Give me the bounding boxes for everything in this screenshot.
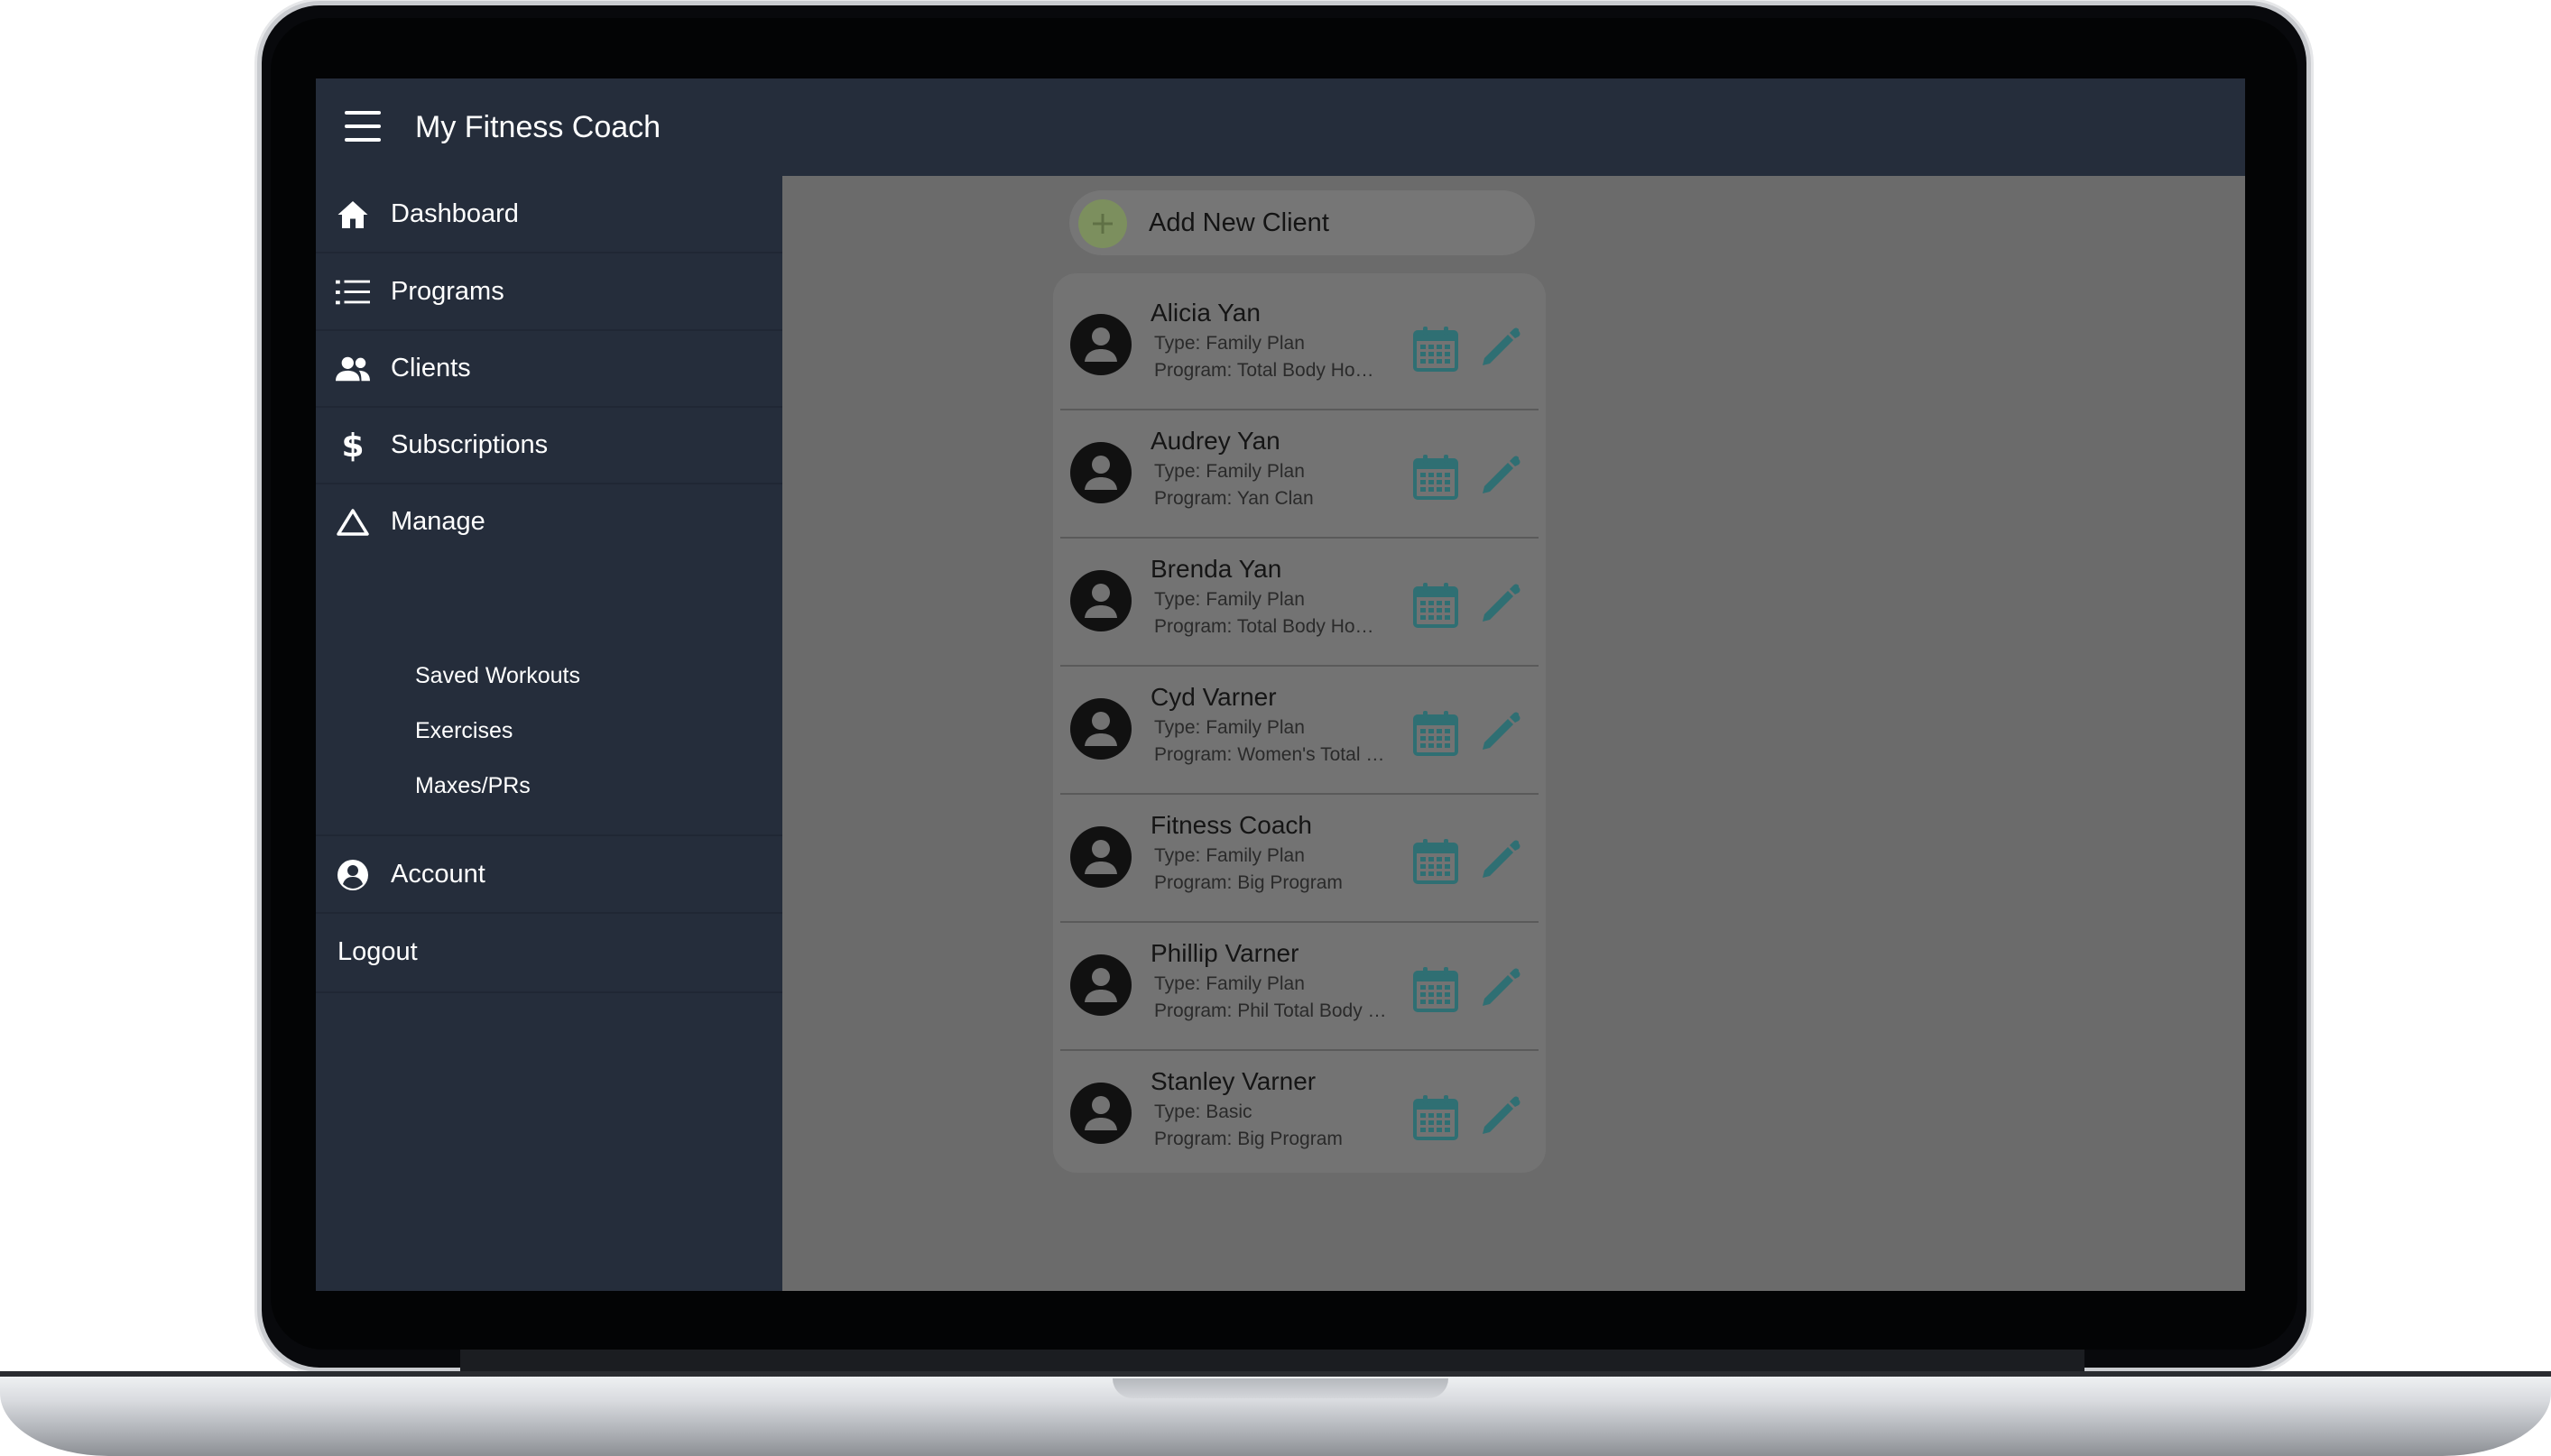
app-screen: My Fitness Coach Dashboard Programs Clie…: [316, 78, 2245, 1291]
client-row[interactable]: Brenda Yan Type: Family Plan Program: To…: [1060, 537, 1539, 667]
client-program: Program: Big Program: [1154, 872, 1343, 893]
sidebar-item-logout[interactable]: Logout: [316, 914, 782, 993]
client-type: Type: Basic: [1154, 1101, 1252, 1122]
pencil-edit-icon[interactable]: [1477, 836, 1522, 881]
avatar-icon: [1069, 954, 1132, 1017]
sidebar-drawer: Dashboard Programs Clients $ Subscriptio…: [316, 176, 782, 1291]
pencil-edit-icon[interactable]: [1477, 708, 1522, 753]
client-row[interactable]: Audrey Yan Type: Family Plan Program: Ya…: [1060, 409, 1539, 539]
client-program: Program: Yan Clan: [1154, 488, 1314, 509]
client-row[interactable]: Alicia Yan Type: Family Plan Program: To…: [1060, 281, 1539, 410]
sidebar-item-label: Account: [391, 860, 485, 889]
client-type: Type: Family Plan: [1154, 845, 1305, 866]
client-row[interactable]: Fitness Coach Type: Family Plan Program:…: [1060, 793, 1539, 923]
add-new-client-button[interactable]: Add New Client: [1069, 190, 1535, 255]
sidebar-item-manage[interactable]: Manage: [316, 484, 782, 559]
avatar-icon: [1069, 569, 1132, 632]
client-list: Alicia Yan Type: Family Plan Program: To…: [1053, 273, 1546, 1173]
plus-icon: [1078, 199, 1127, 248]
app-title: My Fitness Coach: [415, 110, 661, 144]
add-new-client-label: Add New Client: [1149, 208, 1329, 237]
sidebar-item-programs[interactable]: Programs: [316, 253, 782, 331]
home-icon: [336, 198, 370, 232]
sidebar-subitem-saved-workouts[interactable]: Saved Workouts: [415, 663, 580, 689]
client-name: Phillip Varner: [1151, 939, 1299, 967]
triangle-icon: [336, 505, 370, 539]
client-name: Brenda Yan: [1151, 555, 1282, 583]
pencil-edit-icon[interactable]: [1477, 964, 1522, 1009]
calendar-icon[interactable]: [1412, 1094, 1459, 1141]
avatar-icon: [1069, 441, 1132, 504]
calendar-icon[interactable]: [1412, 582, 1459, 629]
client-name: Cyd Varner: [1151, 683, 1277, 711]
avatar-icon: [1069, 1082, 1132, 1145]
client-program: Program: Big Program: [1154, 1129, 1343, 1149]
sidebar-subitem-maxes-prs[interactable]: Maxes/PRs: [415, 773, 531, 799]
client-type: Type: Family Plan: [1154, 973, 1305, 994]
top-app-bar: My Fitness Coach: [316, 78, 2245, 176]
client-row[interactable]: Phillip Varner Type: Family Plan Program…: [1060, 921, 1539, 1051]
sidebar-item-subscriptions[interactable]: $ Subscriptions: [316, 407, 782, 484]
client-program: Program: Women's Total …: [1154, 744, 1385, 765]
laptop-notch: [1113, 1378, 1448, 1398]
client-row[interactable]: Stanley Varner Type: Basic Program: Big …: [1060, 1049, 1539, 1177]
client-name: Fitness Coach: [1151, 811, 1312, 839]
client-type: Type: Family Plan: [1154, 717, 1305, 738]
client-program: Program: Total Body Ho…: [1154, 360, 1374, 381]
dollar-icon: $: [341, 427, 365, 465]
pencil-edit-icon[interactable]: [1477, 324, 1522, 369]
calendar-icon[interactable]: [1412, 326, 1459, 373]
client-program: Program: Total Body Ho…: [1154, 616, 1374, 637]
avatar-icon: [1069, 825, 1132, 889]
sidebar-item-account[interactable]: Account: [316, 836, 782, 914]
account-circle-icon: [336, 858, 370, 892]
logout-label: Logout: [337, 937, 418, 966]
calendar-icon[interactable]: [1412, 838, 1459, 885]
sidebar-item-label: Programs: [391, 277, 504, 306]
calendar-icon[interactable]: [1412, 710, 1459, 757]
calendar-icon[interactable]: [1412, 454, 1459, 501]
laptop-hinge: [460, 1350, 2084, 1373]
sidebar-item-label: Dashboard: [391, 199, 519, 228]
avatar-icon: [1069, 697, 1132, 760]
hamburger-menu-icon[interactable]: [345, 111, 381, 142]
pencil-edit-icon[interactable]: [1477, 1092, 1522, 1138]
sidebar-item-label: Clients: [391, 354, 471, 382]
list-icon: [336, 275, 370, 309]
sidebar-item-label: Manage: [391, 507, 485, 536]
client-type: Type: Family Plan: [1154, 461, 1305, 482]
pencil-edit-icon[interactable]: [1477, 452, 1522, 497]
client-name: Audrey Yan: [1151, 427, 1280, 455]
client-row[interactable]: Cyd Varner Type: Family Plan Program: Wo…: [1060, 665, 1539, 795]
people-icon: [336, 352, 370, 386]
client-type: Type: Family Plan: [1154, 589, 1305, 610]
sidebar-item-dashboard[interactable]: Dashboard: [316, 176, 782, 253]
client-type: Type: Family Plan: [1154, 333, 1305, 354]
sidebar-item-label: Subscriptions: [391, 430, 549, 459]
client-name: Alicia Yan: [1151, 299, 1261, 327]
calendar-icon[interactable]: [1412, 966, 1459, 1013]
sidebar-subitem-exercises[interactable]: Exercises: [415, 718, 513, 744]
client-name: Stanley Varner: [1151, 1067, 1317, 1095]
avatar-icon: [1069, 313, 1132, 376]
pencil-edit-icon[interactable]: [1477, 580, 1522, 625]
sidebar-item-clients[interactable]: Clients: [316, 330, 782, 408]
main-content: Add New Client Alicia Yan Type: Family P…: [782, 176, 2245, 1291]
client-program: Program: Phil Total Body …: [1154, 1000, 1387, 1021]
